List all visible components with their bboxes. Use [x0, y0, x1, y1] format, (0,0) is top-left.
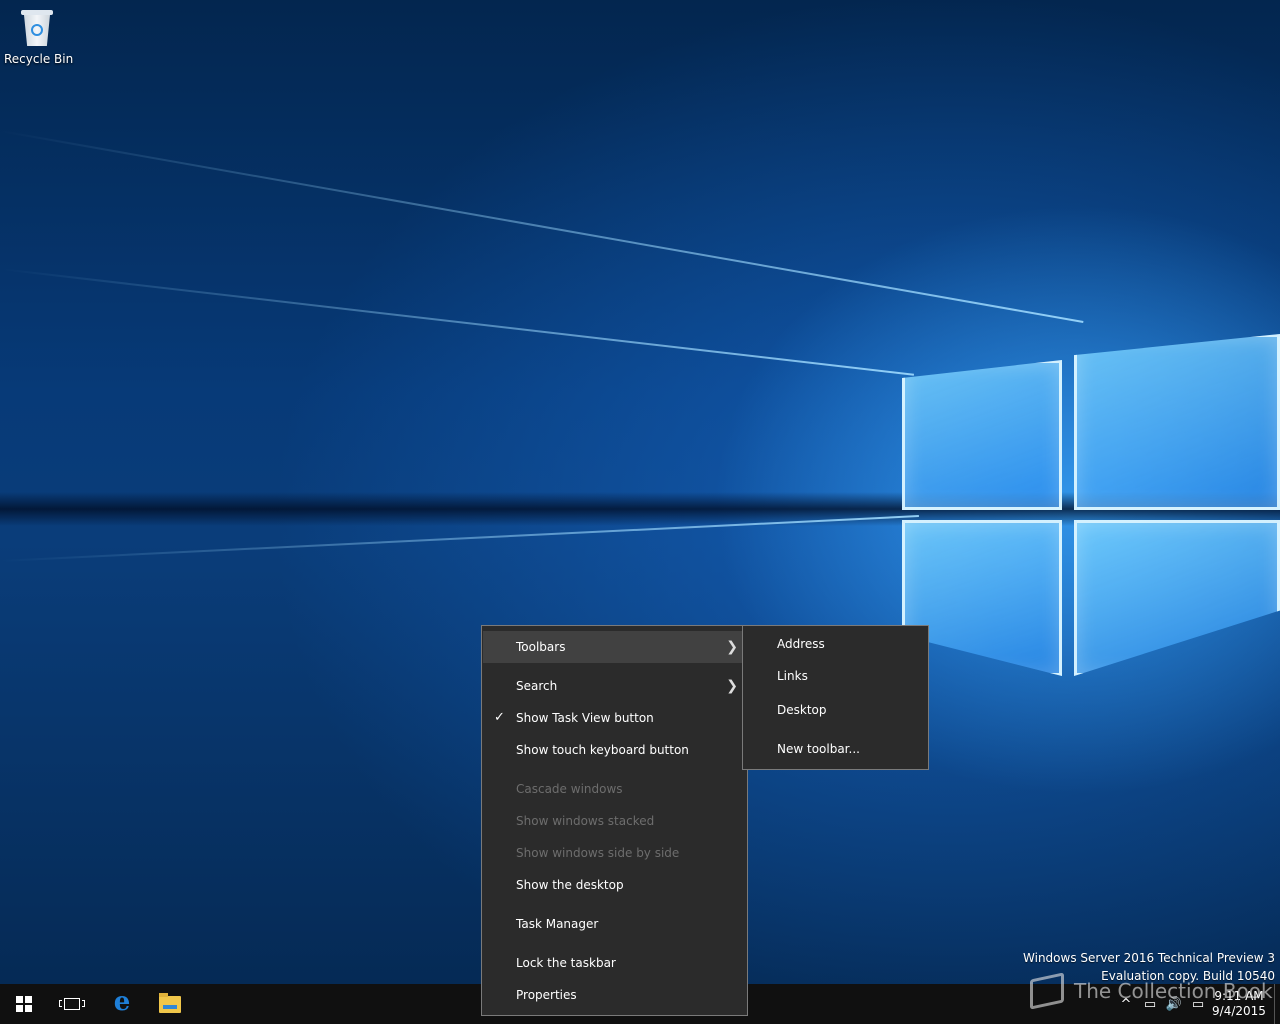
chevron-right-icon: ❯	[726, 639, 738, 655]
submenu-item-label: Address	[777, 637, 825, 651]
chevron-right-icon: ❯	[726, 678, 738, 694]
clock-date: 9/4/2015	[1212, 1004, 1266, 1018]
start-button[interactable]	[0, 984, 48, 1024]
wallpaper-window-pane	[1074, 520, 1280, 676]
edge-icon: e	[113, 987, 131, 1017]
wallpaper-window-pane	[1074, 334, 1280, 510]
menu-item-label: Show the desktop	[516, 878, 624, 892]
menu-item-label: Show windows stacked	[516, 814, 655, 828]
wallpaper-window-pane	[902, 360, 1062, 510]
menu-item-label: Show Task View button	[516, 711, 654, 725]
checkmark-icon: ✓	[494, 710, 505, 725]
menu-item-label: Cascade windows	[516, 782, 623, 796]
menu-item-label: Show windows side by side	[516, 846, 680, 860]
menu-item-label: Toolbars	[516, 640, 566, 654]
recycle-bin-label: Recycle Bin	[4, 52, 74, 66]
taskbar-context-menu: Toolbars ❯ Search ❯ ✓ Show Task View but…	[481, 625, 748, 1016]
book-logo-icon	[1030, 972, 1064, 1010]
submenu-item-new-toolbar[interactable]: New toolbar...	[744, 733, 927, 765]
submenu-item-label: New toolbar...	[777, 742, 860, 756]
windows-logo-icon	[16, 996, 32, 1012]
submenu-item-label: Desktop	[777, 703, 827, 717]
menu-item-label: Properties	[516, 988, 577, 1002]
submenu-item-address[interactable]: Address	[744, 628, 927, 660]
recycle-bin-shortcut[interactable]: Recycle Bin	[4, 8, 74, 66]
toolbars-submenu: Address Links Desktop New toolbar...	[742, 625, 929, 770]
menu-item-label: Show touch keyboard button	[516, 743, 689, 757]
light-beam	[0, 268, 915, 376]
submenu-item-desktop[interactable]: Desktop	[744, 694, 927, 726]
menu-item-show-windows-side-by-side: Show windows side by side	[483, 837, 746, 869]
menu-item-show-touch-keyboard-button[interactable]: Show touch keyboard button	[483, 734, 746, 766]
recycle-bin-icon	[20, 8, 54, 48]
menu-item-properties[interactable]: Properties	[483, 979, 746, 1011]
file-explorer-taskbar-button[interactable]	[146, 984, 194, 1024]
menu-item-search[interactable]: Search ❯	[483, 670, 746, 702]
task-view-icon	[59, 998, 85, 1010]
light-beam	[0, 130, 1084, 323]
task-view-button[interactable]	[48, 984, 96, 1024]
menu-item-toolbars[interactable]: Toolbars ❯	[483, 631, 746, 663]
menu-item-task-manager[interactable]: Task Manager	[483, 908, 746, 940]
menu-item-show-task-view-button[interactable]: ✓ Show Task View button	[483, 702, 746, 734]
overlay-watermark: The Collection Book	[1030, 972, 1273, 1010]
submenu-item-links[interactable]: Links	[744, 660, 927, 692]
menu-item-label: Task Manager	[516, 917, 599, 931]
show-desktop-button[interactable]	[1274, 984, 1280, 1024]
folder-icon	[159, 992, 181, 1013]
menu-item-lock-the-taskbar[interactable]: Lock the taskbar	[483, 947, 746, 979]
menu-item-show-windows-stacked: Show windows stacked	[483, 805, 746, 837]
menu-item-label: Search	[516, 679, 558, 693]
overlay-watermark-text: The Collection Book	[1074, 979, 1273, 1003]
menu-item-cascade-windows: Cascade windows	[483, 773, 746, 805]
submenu-item-label: Links	[777, 669, 808, 683]
watermark-line-1: Windows Server 2016 Technical Preview 3	[1023, 951, 1275, 965]
menu-item-show-the-desktop[interactable]: Show the desktop	[483, 869, 746, 901]
edge-taskbar-button[interactable]: e	[98, 984, 146, 1024]
menu-item-label: Lock the taskbar	[516, 956, 616, 970]
